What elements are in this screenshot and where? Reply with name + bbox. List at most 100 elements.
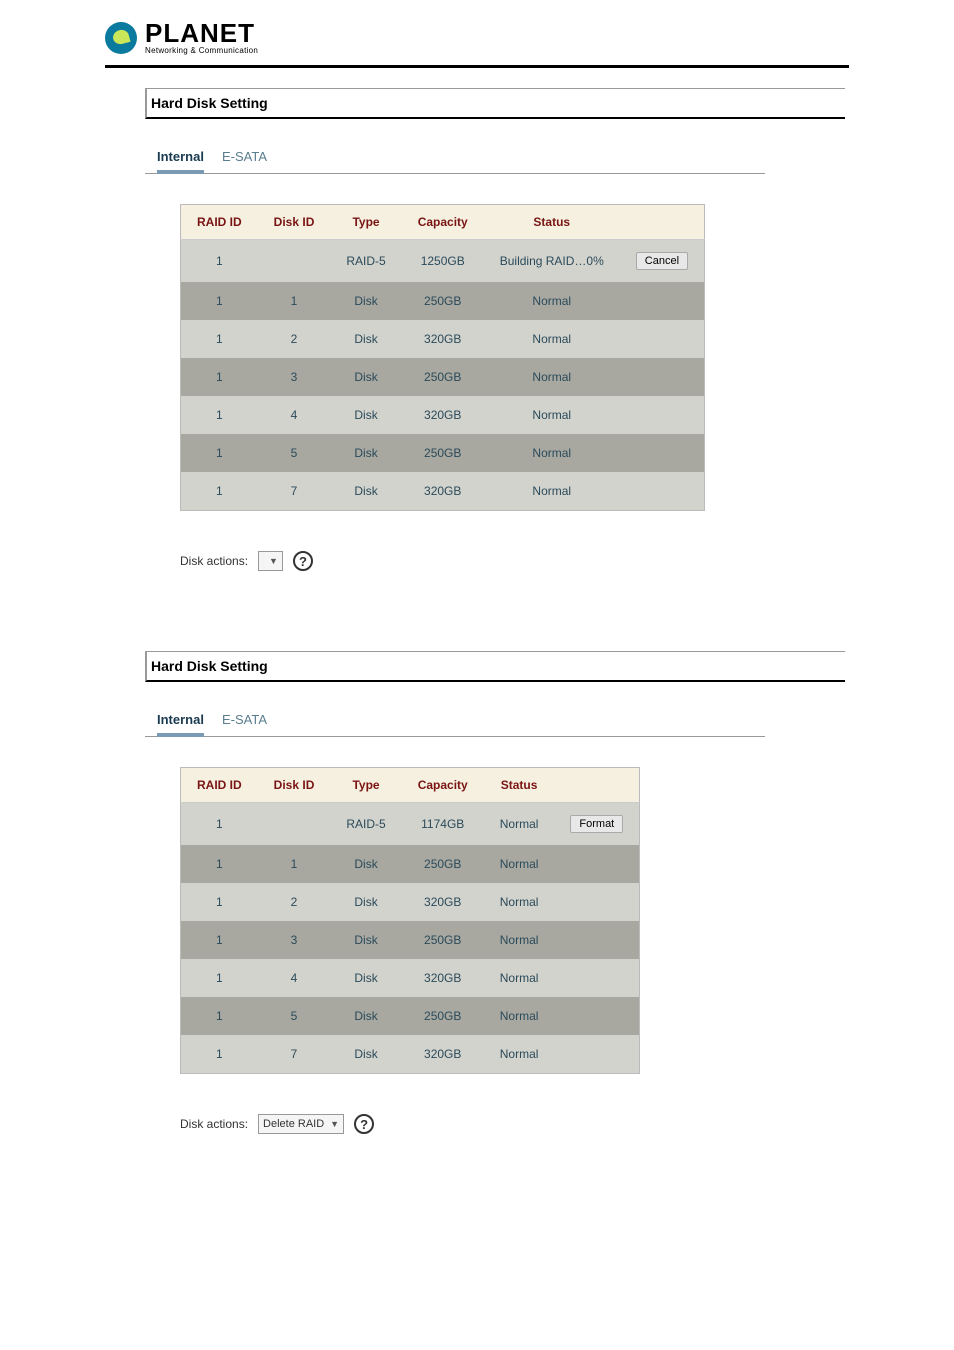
chevron-down-icon: ▼	[330, 1119, 339, 1129]
disk-actions-label: Disk actions:	[180, 554, 248, 568]
col-disk-id: Disk ID	[258, 768, 331, 803]
cell-action	[620, 320, 705, 358]
cell-status: Normal	[484, 282, 620, 320]
col-raid-id: RAID ID	[181, 205, 258, 240]
cell-type: Disk	[330, 997, 401, 1035]
cell-raid-id: 1	[181, 1035, 258, 1074]
cell-disk-id: 7	[258, 1035, 331, 1074]
cell-capacity: 250GB	[402, 434, 484, 472]
col-disk-id: Disk ID	[258, 205, 331, 240]
cell-type: Disk	[330, 845, 401, 883]
chevron-down-icon: ▼	[269, 556, 278, 566]
cell-disk-id: 5	[258, 997, 331, 1035]
disk-actions-dropdown[interactable]: Delete RAID ▼	[258, 1114, 344, 1134]
cell-raid-id: 1	[181, 434, 258, 472]
page-header: PLANET Networking & Communication	[0, 0, 954, 65]
cell-capacity: 250GB	[402, 282, 484, 320]
tab-esata[interactable]: E-SATA	[222, 143, 267, 173]
table-row: 12Disk320GBNormal	[181, 883, 640, 921]
cell-action	[554, 1035, 639, 1074]
table-row: 13Disk250GBNormal	[181, 921, 640, 959]
cell-action: Format	[554, 803, 639, 846]
logo-sub-text: Networking & Communication	[145, 46, 258, 55]
cell-capacity: 320GB	[402, 1035, 484, 1074]
cell-capacity: 250GB	[402, 358, 484, 396]
tab-internal[interactable]: Internal	[157, 706, 204, 737]
cell-raid-id: 1	[181, 959, 258, 997]
cell-capacity: 320GB	[402, 472, 484, 511]
disk-table-1: RAID ID Disk ID Type Capacity Status 1 RA…	[180, 204, 705, 511]
col-action	[554, 768, 639, 803]
cell-action	[554, 997, 639, 1035]
cell-action	[554, 959, 639, 997]
brand-logo: PLANET Networking & Communication	[105, 20, 954, 55]
cell-status: Normal	[484, 320, 620, 358]
cell-status: Normal	[484, 997, 555, 1035]
cell-status: Normal	[484, 959, 555, 997]
table-row: 1RAID-51174GBNormalFormat	[181, 803, 640, 846]
cell-capacity: 250GB	[402, 845, 484, 883]
cancel-button[interactable]: Cancel	[636, 252, 688, 270]
cell-raid-id: 1	[181, 845, 258, 883]
cell-raid-id: 1	[181, 997, 258, 1035]
cell-action	[620, 396, 705, 434]
cell-raid-id: 1	[181, 472, 258, 511]
table-row: 17Disk320GBNormal	[181, 1035, 640, 1074]
help-icon[interactable]: ?	[354, 1114, 374, 1134]
table-row: 17Disk320GBNormal	[181, 472, 705, 511]
connection-tabs: Internal E-SATA	[145, 143, 765, 174]
cell-disk-id: 1	[258, 845, 331, 883]
cell-type: RAID-5	[330, 803, 401, 846]
col-status: Status	[484, 205, 620, 240]
cell-type: Disk	[330, 1035, 401, 1074]
cell-disk-id	[258, 803, 331, 846]
cell-status: Normal	[484, 358, 620, 396]
cell-type: Disk	[330, 959, 401, 997]
planet-logo-icon	[105, 22, 137, 54]
tab-esata[interactable]: E-SATA	[222, 706, 267, 736]
cell-type: Disk	[330, 358, 401, 396]
cell-capacity: 320GB	[402, 959, 484, 997]
cell-action	[620, 358, 705, 396]
cell-status: Normal	[484, 396, 620, 434]
cell-status: Normal	[484, 921, 555, 959]
cell-status: Normal	[484, 845, 555, 883]
cell-raid-id: 1	[181, 240, 258, 283]
cell-status: Normal	[484, 803, 555, 846]
cell-capacity: 1174GB	[402, 803, 484, 846]
table-row: 11Disk250GBNormal	[181, 282, 705, 320]
table-row: 1RAID-51250GBBuilding RAID…0%Cancel	[181, 240, 705, 283]
cell-capacity: 320GB	[402, 396, 484, 434]
table-row: 15Disk250GBNormal	[181, 434, 705, 472]
hard-disk-setting-section-2: Hard Disk Setting Internal E-SATA RAID I…	[145, 651, 845, 1134]
cell-type: RAID-5	[330, 240, 401, 283]
cell-disk-id: 2	[258, 320, 331, 358]
table-row: 13Disk250GBNormal	[181, 358, 705, 396]
connection-tabs: Internal E-SATA	[145, 706, 765, 737]
help-icon[interactable]: ?	[293, 551, 313, 571]
dropdown-value: Delete RAID	[263, 1118, 324, 1130]
col-type: Type	[330, 205, 401, 240]
cell-raid-id: 1	[181, 282, 258, 320]
cell-type: Disk	[330, 472, 401, 511]
cell-raid-id: 1	[181, 396, 258, 434]
cell-type: Disk	[330, 883, 401, 921]
cell-status: Normal	[484, 1035, 555, 1074]
cell-disk-id: 3	[258, 358, 331, 396]
col-raid-id: RAID ID	[181, 768, 258, 803]
cell-action	[620, 282, 705, 320]
cell-capacity: 250GB	[402, 921, 484, 959]
tab-internal[interactable]: Internal	[157, 143, 204, 174]
cell-disk-id	[258, 240, 331, 283]
col-capacity: Capacity	[402, 205, 484, 240]
col-status: Status	[484, 768, 555, 803]
cell-type: Disk	[330, 921, 401, 959]
cell-action	[620, 472, 705, 511]
format-button[interactable]: Format	[570, 815, 623, 833]
cell-type: Disk	[330, 320, 401, 358]
table-row: 14Disk320GBNormal	[181, 959, 640, 997]
cell-action	[554, 883, 639, 921]
section-title: Hard Disk Setting	[145, 88, 845, 119]
disk-actions-dropdown[interactable]: ▼	[258, 551, 283, 571]
cell-disk-id: 4	[258, 959, 331, 997]
